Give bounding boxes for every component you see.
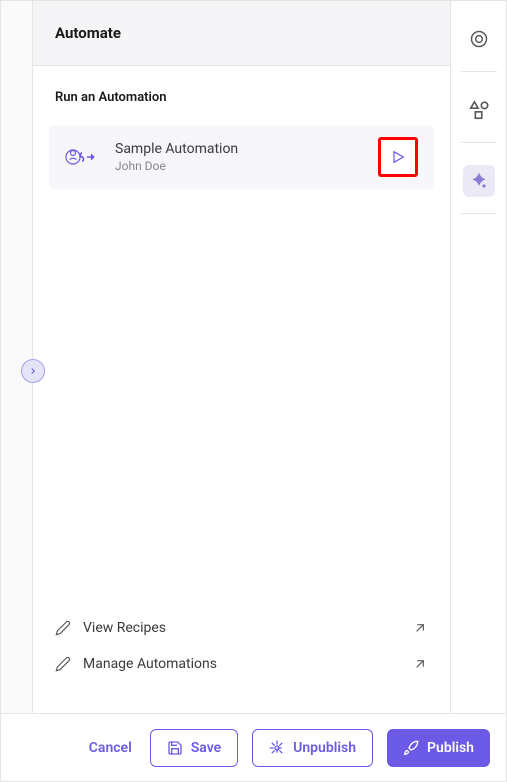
save-button[interactable]: Save [150,729,238,767]
play-icon [390,149,406,165]
publish-button[interactable]: Publish [387,729,490,767]
section-title: Run an Automation [49,90,434,105]
rail-circle-icon[interactable] [463,23,495,55]
unpublish-label: Unpublish [293,740,356,756]
cancel-label: Cancel [89,740,132,756]
unpublish-icon [269,740,285,756]
right-rail [450,1,506,714]
publish-label: Publish [427,740,474,756]
automation-details: Sample Automation John Doe [115,141,360,173]
pencil-icon [55,656,71,672]
cancel-button[interactable]: Cancel [85,729,136,767]
automation-author: John Doe [115,159,360,173]
view-recipes-link[interactable]: View Recipes [55,610,428,646]
external-link-icon [412,656,428,672]
panel-header: Automate [33,1,450,66]
run-automation-button[interactable] [378,137,418,177]
rail-shapes-icon[interactable] [463,94,495,126]
automation-name: Sample Automation [115,141,360,157]
manage-automations-link[interactable]: Manage Automations [55,646,428,682]
view-recipes-label: View Recipes [83,620,400,636]
bottom-bar: Cancel Save Unpublish Publish [1,713,506,781]
manage-automations-label: Manage Automations [83,656,400,672]
left-edge-strip [1,1,33,714]
unpublish-button[interactable]: Unpublish [252,729,373,767]
rail-automation-icon[interactable] [463,165,495,197]
save-label: Save [191,740,221,756]
save-icon [167,740,183,756]
pencil-icon [55,620,71,636]
publish-icon [403,740,419,756]
expand-handle[interactable] [21,359,45,383]
automation-item[interactable]: Sample Automation John Doe [49,125,434,189]
external-link-icon [412,620,428,636]
chevron-right-icon [28,366,38,376]
panel-title: Automate [55,24,428,42]
automation-icon [65,146,97,168]
automate-panel: Automate Run an Automation Sample Autom [33,1,450,714]
